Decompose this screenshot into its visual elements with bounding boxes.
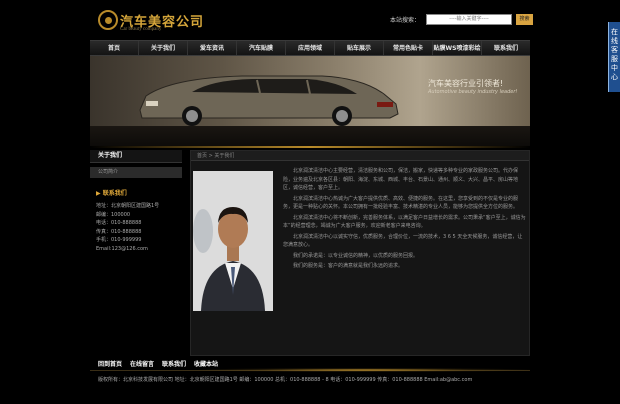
- search-label: 本站搜索：: [390, 16, 421, 24]
- nav-home[interactable]: 首页: [90, 41, 139, 55]
- nav-about[interactable]: 关于我们: [139, 41, 188, 55]
- nav-showcase[interactable]: 贴车展示: [335, 41, 384, 55]
- paragraph: 北京润滨清洁中心热诚为广大客户提供优质、高效、便捷的服务。在这里，您享受到的不仅…: [283, 195, 519, 211]
- main-nav: 首页 关于我们 爱车资讯 汽车贴膜 应用领域 贴车展示 常用色贴卡 贴膜WS喷漆…: [90, 40, 530, 56]
- site-logo[interactable]: 汽车美容公司 Car beauty company: [98, 10, 238, 36]
- banner-floor: [90, 126, 530, 146]
- car-image: [139, 75, 399, 126]
- footer-link-message[interactable]: 在线留言: [130, 359, 154, 368]
- contact-info: 地址：北京朝阳区建国路1号 邮编：100000 电话：010-888888 传真…: [90, 202, 182, 253]
- site-header: 汽车美容公司 Car beauty company 本站搜索： 搜索: [0, 0, 620, 40]
- sidebar-item-company-intro[interactable]: 公司简介: [90, 167, 182, 178]
- divider: [90, 146, 530, 148]
- banner-slogan-english: Automotive beauty industry leader!: [428, 89, 518, 95]
- paragraph: 北京润滨清洁中心主要经营，清洁服务和公司，保洁，搬家，快递等多种专业的家政服务公…: [283, 168, 519, 191]
- online-service-tab[interactable]: 在线客服中心: [608, 22, 620, 92]
- portrait-image: [193, 171, 273, 311]
- footer-link-home[interactable]: 回到首页: [98, 359, 122, 368]
- nav-paint[interactable]: 贴膜WS喷漆彩绘: [433, 41, 482, 55]
- arrow-icon: ▶: [96, 190, 103, 197]
- footer-glow: [200, 368, 530, 372]
- contact-phone: 电话：010-888888: [96, 220, 142, 226]
- nav-contact[interactable]: 联系我们: [482, 41, 530, 55]
- nav-applications[interactable]: 应用领域: [286, 41, 335, 55]
- main-content: 首页 > 关于我们 北京润滨清洁中心主要经营，清洁服务和公司，保洁，搬家，快递等…: [190, 150, 530, 356]
- nav-news[interactable]: 爱车资讯: [188, 41, 237, 55]
- search-button[interactable]: 搜索: [516, 13, 534, 25]
- left-sidebar: 关于我们 公司简介 ▶ 联系我们 地址：北京朝阳区建国路1号 邮编：100000…: [90, 150, 182, 356]
- copyright-text: 版权所有：北京科技发展有限公司 地址：北京朝阳区建国路1号 邮编：100000 …: [98, 377, 473, 383]
- search-bar: 本站搜索： 搜索: [390, 13, 534, 25]
- contact-heading-label: 联系我们: [102, 190, 127, 197]
- contact-mobile: 手机：010-999999: [96, 237, 142, 243]
- contact-postcode: 邮编：100000: [96, 211, 131, 218]
- banner-slogan: 汽车美容行业引领者!: [428, 79, 504, 88]
- paragraph: 我们的服务是：客户的满意就是我们永远的追求。: [293, 263, 404, 269]
- contact-email[interactable]: Email:123@126.com: [90, 245, 182, 254]
- staff-photo: [193, 171, 273, 311]
- nav-color-cards[interactable]: 常用色贴卡: [384, 41, 433, 55]
- logo-subtitle: Car beauty company: [120, 27, 162, 32]
- paragraph: 北京润滨清洁中心以诚实守信，优质服务，合理价位，一流的技术，3 6 5 天全天候…: [283, 233, 523, 249]
- search-input[interactable]: [426, 13, 513, 25]
- contact-address: 地址：北京朝阳区建国路1号: [96, 203, 160, 209]
- footer-link-contact[interactable]: 联系我们: [162, 359, 186, 368]
- about-text: 北京润滨清洁中心主要经营，清洁服务和公司，保洁，搬家，快递等多种专业的家政服务公…: [283, 167, 527, 273]
- footer-link-bookmark[interactable]: 收藏本站: [194, 359, 218, 368]
- paragraph: 我们的承诺是：以专业诚信的精神，以优质的服务回报。: [293, 252, 419, 259]
- contact-heading: ▶ 联系我们: [90, 188, 182, 199]
- breadcrumb: 首页 > 关于我们: [191, 151, 529, 161]
- logo-emblem-icon: [98, 10, 118, 30]
- paragraph: 北京润滨清洁中心将不断创新，完善服务体系，以满足客户日益增长的需求。公司秉承“客…: [283, 214, 526, 230]
- nav-car-film[interactable]: 汽车贴膜: [237, 41, 286, 55]
- contact-fax: 传真：010-888888: [96, 228, 142, 235]
- hero-banner: 汽车美容行业引领者! Automotive beauty industry le…: [90, 56, 530, 146]
- online-service-label: 在线客服中心: [611, 28, 618, 81]
- sidebar-title: 关于我们: [90, 150, 182, 163]
